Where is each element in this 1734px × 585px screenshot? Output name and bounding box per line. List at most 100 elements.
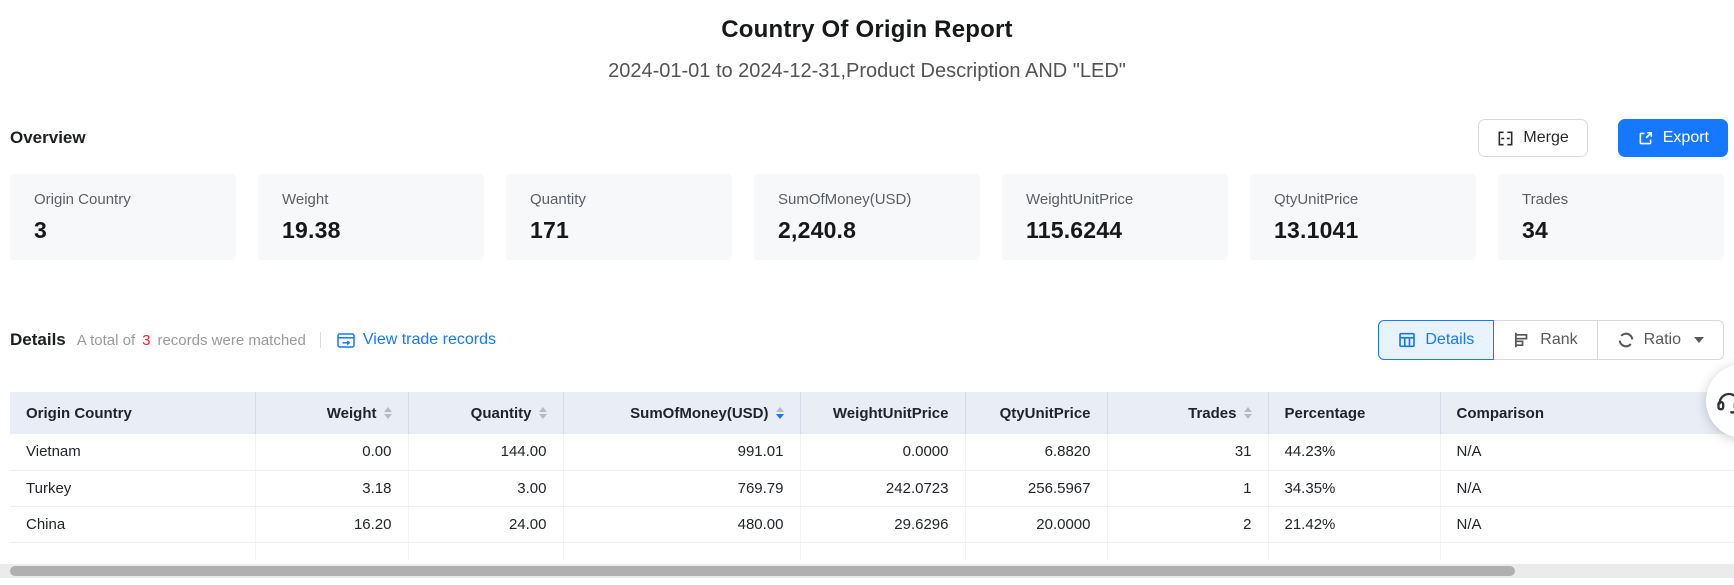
cell-trades: 31: [1107, 434, 1268, 470]
stat-card-quantity: Quantity 171: [506, 174, 732, 260]
rank-view-button[interactable]: Rank: [1494, 320, 1597, 360]
stat-card-weight-unit-price: WeightUnitPrice 115.6244: [1002, 174, 1228, 260]
cell-weight-unit-price: 242.0723: [800, 470, 965, 506]
col-label: Trades: [1188, 405, 1236, 422]
stat-card-value: 2,240.8: [778, 217, 956, 244]
table-row-china: China 16.20 24.00 480.00 29.6296 20.0000…: [10, 506, 1734, 542]
col-header-comparison: Comparison: [1440, 392, 1734, 434]
headset-icon: [1715, 387, 1734, 415]
cell-weight-unit-price: 29.6296: [800, 506, 965, 542]
export-button[interactable]: Export: [1618, 119, 1728, 157]
col-label: QtyUnitPrice: [1000, 405, 1091, 422]
export-button-label: Export: [1663, 129, 1709, 147]
details-view-label: Details: [1425, 331, 1474, 349]
view-switcher: Details Rank Ratio: [1378, 320, 1724, 360]
stat-card-trades: Trades 34: [1498, 174, 1724, 260]
view-trade-records-link[interactable]: View trade records: [337, 331, 496, 349]
col-label: WeightUnitPrice: [833, 405, 949, 422]
stat-card-value: 3: [34, 217, 212, 244]
col-header-trades[interactable]: Trades: [1107, 392, 1268, 434]
cell-weight-unit-price: 0.0000: [800, 434, 965, 470]
cell-weight: 3.18: [255, 470, 408, 506]
cell-weight: 0.00: [255, 434, 408, 470]
trade-records-icon: [337, 333, 355, 348]
cell-comparison: N/A: [1440, 434, 1734, 470]
col-label: Quantity: [471, 405, 532, 422]
col-header-percentage: Percentage: [1268, 392, 1440, 434]
cell-quantity: 3.00: [408, 470, 563, 506]
stat-card-value: 13.1041: [1274, 217, 1452, 244]
sort-icon: [1244, 407, 1252, 419]
col-header-weight-unit-price: WeightUnitPrice: [800, 392, 965, 434]
stat-card-label: Quantity: [530, 191, 708, 208]
rank-icon: [1513, 331, 1531, 349]
details-table: Origin Country Weight Quantity SumOfMone…: [10, 392, 1734, 560]
col-header-qty-unit-price: QtyUnitPrice: [965, 392, 1107, 434]
vertical-divider: [320, 332, 321, 348]
cell-percentage: 44.23%: [1268, 434, 1440, 470]
stat-card-label: SumOfMoney(USD): [778, 191, 956, 208]
ratio-view-label: Ratio: [1644, 331, 1681, 349]
cell-quantity: 144.00: [408, 434, 563, 470]
details-view-button[interactable]: Details: [1378, 320, 1494, 360]
cell-percentage: 34.35%: [1268, 470, 1440, 506]
overview-section-title: Overview: [10, 128, 86, 148]
rank-view-label: Rank: [1540, 331, 1577, 349]
stat-card-value: 115.6244: [1026, 217, 1204, 244]
sort-icon: [539, 407, 547, 419]
col-header-sum-of-money[interactable]: SumOfMoney(USD): [563, 392, 800, 434]
table-row-vietnam: Vietnam 0.00 144.00 991.01 0.0000 6.8820…: [10, 434, 1734, 470]
col-header-origin-country: Origin Country: [10, 392, 255, 434]
col-label: Comparison: [1457, 405, 1545, 422]
cell-origin-country: Turkey: [10, 470, 255, 506]
cell-trades: 2: [1107, 506, 1268, 542]
stat-card-origin-country: Origin Country 3: [10, 174, 236, 260]
report-page: Country Of Origin Report 2024-01-01 to 2…: [0, 0, 1734, 585]
col-label: Origin Country: [26, 405, 132, 422]
stat-card-qty-unit-price: QtyUnitPrice 13.1041: [1250, 174, 1476, 260]
sort-icon-desc-active: [776, 407, 784, 419]
cell-trades: 1: [1107, 470, 1268, 506]
scrollbar-thumb[interactable]: [10, 566, 1515, 576]
merge-button-label: Merge: [1523, 129, 1568, 147]
table-row-empty: [10, 542, 1734, 560]
stat-card-value: 34: [1522, 217, 1700, 244]
cell-origin-country: China: [10, 506, 255, 542]
stat-card-weight: Weight 19.38: [258, 174, 484, 260]
cell-quantity: 24.00: [408, 506, 563, 542]
details-bar: Details A total of 3 records were matche…: [10, 320, 1724, 360]
cell-qty-unit-price: 256.5967: [965, 470, 1107, 506]
cell-comparison: N/A: [1440, 506, 1734, 542]
export-icon: [1637, 130, 1654, 147]
overview-actions: Merge Export: [1478, 119, 1728, 157]
ratio-view-button[interactable]: Ratio: [1598, 320, 1724, 360]
stat-card-label: Weight: [282, 191, 460, 208]
view-trade-records-label: View trade records: [363, 331, 496, 349]
page-title: Country Of Origin Report: [10, 15, 1724, 45]
sort-icon: [384, 407, 392, 419]
cell-sum-of-money: 991.01: [563, 434, 800, 470]
match-suffix: records were matched: [157, 332, 305, 349]
chevron-down-icon: [1694, 337, 1704, 343]
match-count: 3: [142, 332, 150, 349]
horizontal-scrollbar[interactable]: [0, 564, 1734, 578]
merge-button[interactable]: Merge: [1478, 119, 1587, 157]
report-header: Country Of Origin Report 2024-01-01 to 2…: [10, 0, 1724, 85]
col-label: SumOfMoney(USD): [630, 405, 768, 422]
match-prefix: A total of: [77, 332, 135, 349]
col-header-weight[interactable]: Weight: [255, 392, 408, 434]
col-header-quantity[interactable]: Quantity: [408, 392, 563, 434]
cell-origin-country: Vietnam: [10, 434, 255, 470]
table-icon: [1398, 331, 1416, 349]
cell-qty-unit-price: 6.8820: [965, 434, 1107, 470]
details-summary: Details A total of 3 records were matche…: [10, 330, 496, 350]
cell-qty-unit-price: 20.0000: [965, 506, 1107, 542]
cell-sum-of-money: 769.79: [563, 470, 800, 506]
cell-percentage: 21.42%: [1268, 506, 1440, 542]
col-label: Percentage: [1285, 405, 1366, 422]
details-section-title: Details: [10, 330, 66, 350]
overview-cards: Origin Country 3 Weight 19.38 Quantity 1…: [10, 174, 1724, 260]
cell-weight: 16.20: [255, 506, 408, 542]
cell-comparison: N/A: [1440, 470, 1734, 506]
report-subtitle: 2024-01-01 to 2024-12-31,Product Descrip…: [10, 58, 1724, 85]
